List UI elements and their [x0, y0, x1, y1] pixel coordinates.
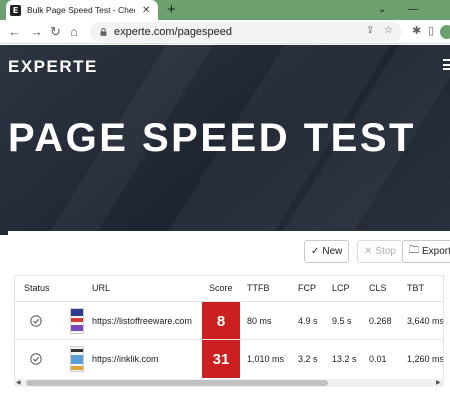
tbt-cell: 1,260 ms [407, 354, 444, 364]
page-title: PAGE SPEED TEST [8, 116, 416, 160]
close-tab-icon[interactable]: ✕ [142, 5, 150, 16]
new-button[interactable]: ✓ New [304, 240, 350, 263]
close-icon: ✕ [364, 246, 373, 257]
page-thumbnail[interactable] [70, 346, 84, 372]
ttfb-cell: 80 ms [247, 316, 272, 326]
sidebar-panel-icon[interactable]: ▯ [428, 24, 434, 37]
new-button-label: New [322, 246, 343, 257]
browser-tab[interactable]: E Bulk Page Speed Test - Check Yo ✕ [6, 0, 158, 20]
tbt-cell: 3,640 ms [407, 316, 444, 326]
browser-tab-bar: E Bulk Page Speed Test - Check Yo ✕ + ⌄ … [0, 0, 450, 20]
column-header-tbt[interactable]: TBT [407, 276, 424, 301]
new-tab-button[interactable]: + [167, 0, 176, 20]
scroll-left-arrow-icon[interactable]: ◀ [16, 379, 21, 387]
cls-cell: 0.268 [369, 316, 392, 326]
tab-title: Bulk Page Speed Test - Check Yo [27, 5, 135, 15]
export-button-label: Export [422, 246, 450, 257]
address-bar[interactable]: experte.com/pagespeed ⇪ ☆ [90, 22, 402, 42]
site-logo[interactable]: EXPERTE [8, 57, 98, 77]
column-header-cls[interactable]: CLS [369, 276, 387, 301]
status-complete-icon [30, 353, 42, 365]
extensions-puzzle-icon[interactable]: ✱ [412, 24, 421, 37]
status-complete-icon [30, 315, 42, 327]
table-row[interactable]: https://inklik.com 31 1,010 ms 3.2 s 13.… [15, 339, 444, 378]
horizontal-scrollbar[interactable]: ◀ ▶ [14, 379, 444, 387]
check-icon: ✓ [311, 246, 320, 257]
hamburger-menu-icon[interactable] [443, 59, 450, 70]
results-table: Status URL Score TTFB FCP LCP CLS TBT ht… [14, 275, 444, 381]
results-panel: ✓ New ✕ Stop 🗀 Export Status URL Score T… [8, 231, 450, 396]
column-header-score[interactable]: Score [209, 276, 233, 301]
url-text: experte.com/pagespeed [114, 26, 233, 38]
page-thumbnail[interactable] [70, 308, 84, 334]
minimize-window-icon[interactable]: — [408, 0, 418, 20]
back-arrow-icon[interactable]: ← [8, 23, 21, 40]
lock-icon [100, 28, 107, 36]
hero-banner: EXPERTE PAGE SPEED TEST [0, 45, 450, 235]
cls-cell: 0.01 [369, 354, 387, 364]
url-cell[interactable]: https://listoffreeware.com [92, 302, 192, 340]
column-header-url[interactable]: URL [92, 276, 110, 301]
reload-icon[interactable]: ↻ [50, 23, 61, 40]
column-header-fcp[interactable]: FCP [298, 276, 316, 301]
column-header-ttfb[interactable]: TTFB [247, 276, 270, 301]
fcp-cell: 4.9 s [298, 316, 318, 326]
home-icon[interactable]: ⌂ [70, 23, 78, 40]
score-badge: 8 [202, 302, 240, 340]
scrollbar-thumb[interactable] [26, 380, 328, 386]
share-icon[interactable]: ⇪ [366, 25, 374, 36]
stop-button-label: Stop [375, 246, 396, 257]
scroll-right-arrow-icon[interactable]: ▶ [436, 379, 441, 387]
tab-search-icon[interactable]: ⌄ [378, 0, 386, 20]
url-cell[interactable]: https://inklik.com [92, 340, 159, 378]
table-row[interactable]: https://listoffreeware.com 8 80 ms 4.9 s… [15, 301, 444, 340]
site-favicon-icon: E [10, 4, 21, 16]
bookmark-star-icon[interactable]: ☆ [384, 25, 393, 36]
lcp-cell: 9.5 s [332, 316, 352, 326]
fcp-cell: 3.2 s [298, 354, 318, 364]
score-badge: 31 [202, 340, 240, 378]
export-button[interactable]: 🗀 Export [402, 240, 450, 263]
ttfb-cell: 1,010 ms [247, 354, 285, 364]
folder-icon: 🗀 [409, 245, 419, 256]
stop-button[interactable]: ✕ Stop [357, 240, 403, 263]
profile-avatar[interactable] [440, 25, 450, 39]
column-header-status[interactable]: Status [24, 276, 50, 301]
forward-arrow-icon[interactable]: → [30, 23, 43, 40]
browser-toolbar: ← → ↻ ⌂ experte.com/pagespeed ⇪ ☆ ✱ ▯ [0, 20, 450, 44]
lcp-cell: 13.2 s [332, 354, 357, 364]
column-header-lcp[interactable]: LCP [332, 276, 350, 301]
